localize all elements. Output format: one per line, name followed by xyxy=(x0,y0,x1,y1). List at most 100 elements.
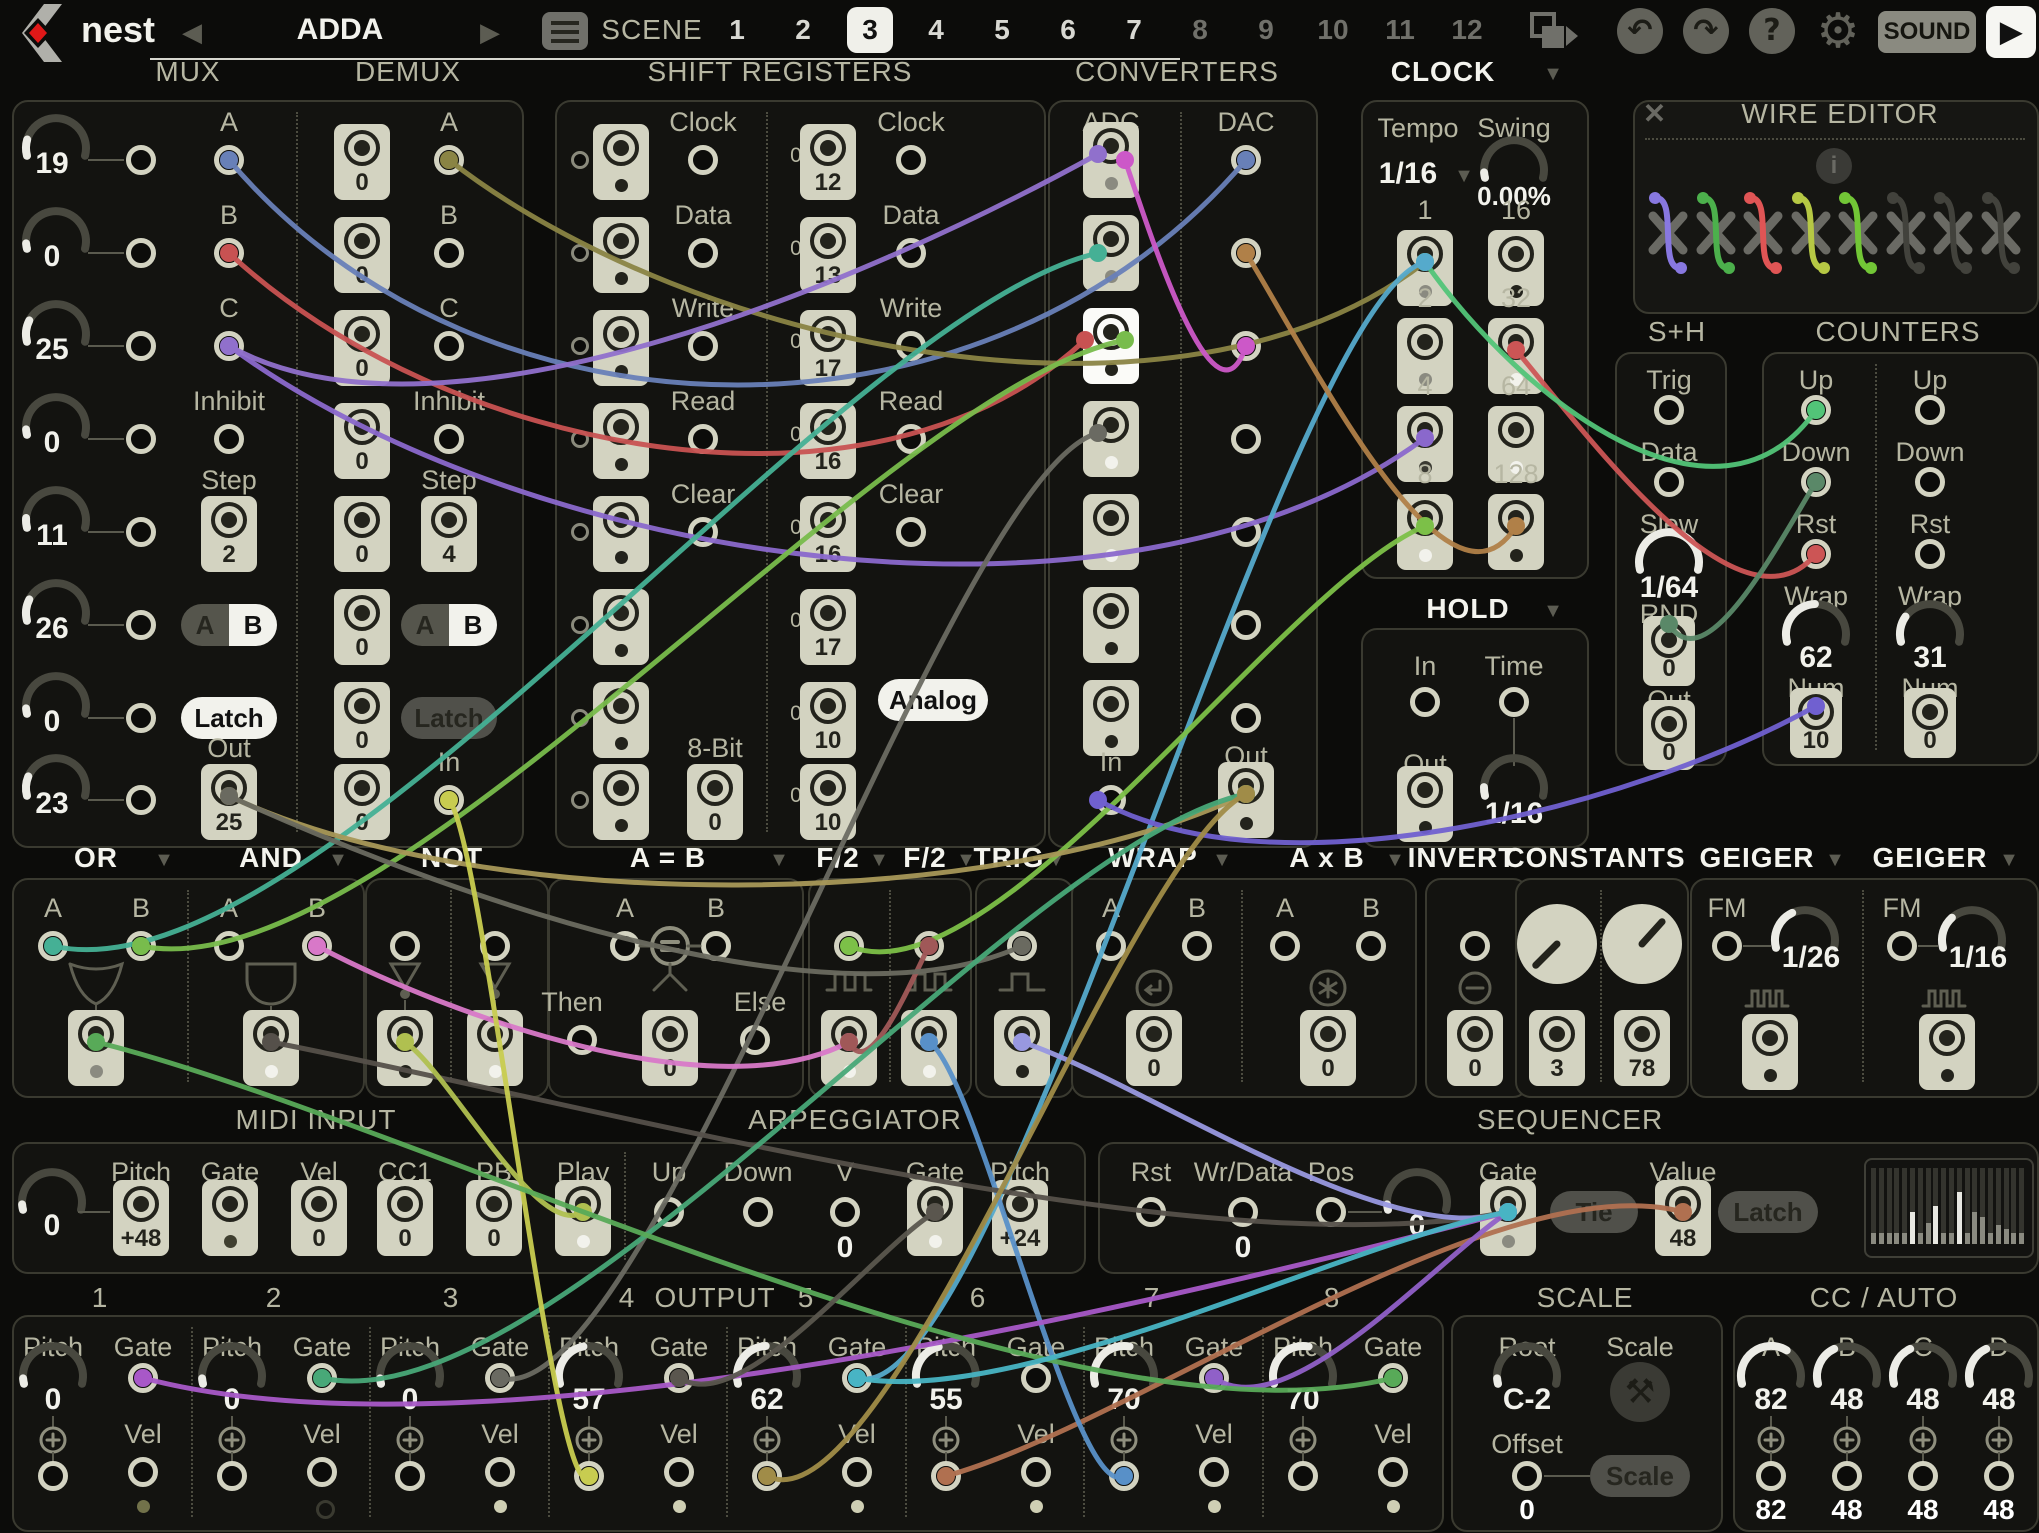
demux-output-box-7[interactable]: 0 xyxy=(334,764,390,840)
geiger1-rate-knob[interactable] xyxy=(1762,900,1848,956)
not-in-port-1[interactable] xyxy=(390,931,420,961)
ab-option-b[interactable]: B xyxy=(449,604,497,646)
adc-stage-box-4[interactable] xyxy=(1083,494,1139,570)
sr1-tap-port-1[interactable] xyxy=(571,244,589,262)
ch8-pitch-mod-port[interactable] xyxy=(1288,1461,1318,1491)
constant-out-box-2[interactable]: 78 xyxy=(1614,1010,1670,1086)
play-button[interactable]: ▶ xyxy=(1986,6,2036,58)
scale-offset-port[interactable] xyxy=(1512,1461,1542,1491)
axb-a-port[interactable] xyxy=(1270,931,1300,961)
sr2-analog-button[interactable]: Analog xyxy=(878,679,988,721)
mux-input-port-3[interactable] xyxy=(126,424,156,454)
scene-button-1[interactable]: 1 xyxy=(714,7,760,53)
and-out-box[interactable] xyxy=(243,1010,299,1086)
sr1-stage-box-6[interactable] xyxy=(593,682,649,758)
ch8-vel-port[interactable] xyxy=(1378,1457,1408,1487)
cc-b-knob[interactable] xyxy=(1804,1336,1890,1392)
ch4-gate-port[interactable] xyxy=(664,1363,694,1393)
adc-in-port[interactable] xyxy=(1096,785,1126,815)
counter2-num-box[interactable]: 0 xyxy=(1904,688,1956,758)
dac-stage-port-6[interactable] xyxy=(1231,703,1261,733)
cc-a-mod-port[interactable] xyxy=(1756,1461,1786,1491)
aeqb-else-port[interactable] xyxy=(740,1025,770,1055)
not-out-box-2[interactable] xyxy=(467,1010,523,1086)
sr2-stage-box-7[interactable]: 10 xyxy=(800,764,856,840)
ab-option-a[interactable]: A xyxy=(401,604,449,646)
scene-button-12[interactable]: 12 xyxy=(1444,7,1490,53)
not-out-box-1[interactable] xyxy=(377,1010,433,1086)
sr2-read-port[interactable] xyxy=(896,424,926,454)
counter1-wrap-knob[interactable] xyxy=(1773,594,1859,650)
clock-div-box-8[interactable] xyxy=(1397,494,1453,570)
scene-button-9[interactable]: 9 xyxy=(1243,7,1289,53)
copy-scene-icon[interactable] xyxy=(1528,10,1580,54)
clock-div-box-16[interactable] xyxy=(1488,230,1544,306)
dac-stage-port-4[interactable] xyxy=(1231,517,1261,547)
ch3-pitch-mod-port[interactable] xyxy=(395,1461,425,1491)
or-out-box[interactable] xyxy=(68,1010,124,1086)
cc-c-knob[interactable] xyxy=(1880,1336,1966,1392)
hold-time-knob[interactable] xyxy=(1471,748,1557,804)
midi-cc1-box[interactable]: 0 xyxy=(377,1180,433,1256)
mux-input-knob-5[interactable] xyxy=(13,573,99,629)
arp-pitch-box[interactable]: +24 xyxy=(992,1180,1048,1256)
adc-stage-box-0[interactable] xyxy=(1083,122,1139,198)
help-icon[interactable]: ? xyxy=(1749,8,1795,54)
cc-b-mod-plus[interactable] xyxy=(1833,1426,1861,1454)
ch6-pitch-mod-port[interactable] xyxy=(931,1461,961,1491)
f2a-dropdown-icon[interactable]: ▼ xyxy=(719,844,1039,876)
sr1-tap-port-7[interactable] xyxy=(571,791,589,809)
wrap-b-port[interactable] xyxy=(1182,931,1212,961)
scene-button-7[interactable]: 7 xyxy=(1111,7,1157,53)
midi-pitch-box[interactable]: +48 xyxy=(113,1180,169,1256)
mux-input-port-2[interactable] xyxy=(126,331,156,361)
ch6-gate-port[interactable] xyxy=(1021,1363,1051,1393)
f2b-dropdown-icon[interactable]: ▼ xyxy=(806,844,1126,876)
ch6-pitch-mod-plus[interactable] xyxy=(932,1426,960,1454)
and-dropdown-icon[interactable]: ▼ xyxy=(178,844,498,876)
mux-input-knob-1[interactable] xyxy=(13,201,99,257)
mux-port-c[interactable] xyxy=(214,331,244,361)
scene-button-8[interactable]: 8 xyxy=(1177,7,1223,53)
ch1-pitch-mod-port[interactable] xyxy=(38,1461,68,1491)
clock-div-box-64[interactable] xyxy=(1488,406,1544,482)
seq-gate-box[interactable] xyxy=(1480,1180,1536,1256)
or-a-port[interactable] xyxy=(38,931,68,961)
ch5-gate-port[interactable] xyxy=(842,1363,872,1393)
sr1-stage-box-0[interactable] xyxy=(593,124,649,200)
wire-slot-5[interactable] xyxy=(1883,188,1929,278)
midi-play-box[interactable] xyxy=(555,1180,611,1256)
adc-stage-box-2[interactable] xyxy=(1083,308,1139,384)
scale-editor-icon[interactable]: ⚒ xyxy=(1610,1362,1670,1422)
trig-out-box[interactable] xyxy=(994,1010,1050,1086)
ch2-pitch-mod-port[interactable] xyxy=(217,1461,247,1491)
demux-latch-button[interactable]: Latch xyxy=(401,697,497,739)
and-b-port[interactable] xyxy=(302,931,332,961)
mux-input-port-6[interactable] xyxy=(126,703,156,733)
prev-patch-icon[interactable]: ◀ xyxy=(32,16,352,48)
adc-stage-box-3[interactable] xyxy=(1083,401,1139,477)
demux-in-port[interactable] xyxy=(434,785,464,815)
ch2-pitch-mod-plus[interactable] xyxy=(218,1426,246,1454)
trig-in-port[interactable] xyxy=(1007,931,1037,961)
swing-knob[interactable] xyxy=(1471,130,1557,186)
sr1-tap-port-0[interactable] xyxy=(571,151,589,169)
sr1-tap-port-6[interactable] xyxy=(571,709,589,727)
demux-output-box-4[interactable]: 0 xyxy=(334,496,390,572)
wire-slot-3[interactable] xyxy=(1788,188,1834,278)
invert-out-box[interactable]: 0 xyxy=(1447,1010,1503,1086)
arp-gate-box[interactable] xyxy=(907,1180,963,1256)
redo-icon[interactable]: ↷ xyxy=(1683,8,1729,54)
scene-button-6[interactable]: 6 xyxy=(1045,7,1091,53)
f2-in-port-1[interactable] xyxy=(834,931,864,961)
sr2-stage-box-0[interactable]: 12 xyxy=(800,124,856,200)
mux-input-knob-6[interactable] xyxy=(13,666,99,722)
ch3-pitch-mod-plus[interactable] xyxy=(396,1426,424,1454)
scene-button-4[interactable]: 4 xyxy=(913,7,959,53)
ch8-pitch-mod-plus[interactable] xyxy=(1289,1426,1317,1454)
demux-output-box-5[interactable]: 0 xyxy=(334,589,390,665)
invert-in-port[interactable] xyxy=(1460,931,1490,961)
sr1-data-port[interactable] xyxy=(688,238,718,268)
sr1-stage-box-1[interactable] xyxy=(593,217,649,293)
sr1-stage-box-7[interactable] xyxy=(593,764,649,840)
